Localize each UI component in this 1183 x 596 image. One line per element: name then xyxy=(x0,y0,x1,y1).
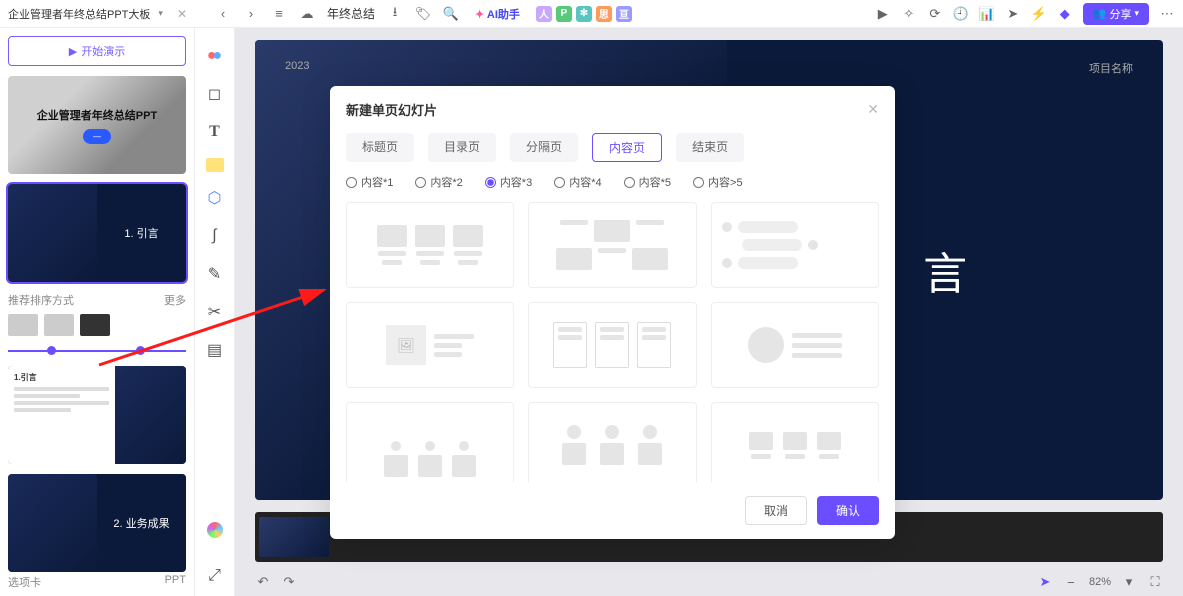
template-option[interactable] xyxy=(528,402,696,482)
template-option[interactable]: 🖼 xyxy=(346,302,514,388)
content-radio[interactable]: 内容*4 xyxy=(554,174,601,190)
content-count-radios: 内容*1 内容*2 内容*3 内容*4 内容*5 内容>5 xyxy=(346,174,879,190)
modal-tabs: 标题页目录页分隔页内容页结束页 xyxy=(346,133,879,162)
modal-tab[interactable]: 分隔页 xyxy=(510,133,578,162)
modal-title: 新建单页幻灯片 xyxy=(346,100,437,119)
content-radio[interactable]: 内容>5 xyxy=(693,174,743,190)
template-option[interactable] xyxy=(528,302,696,388)
modal-tab[interactable]: 标题页 xyxy=(346,133,414,162)
image-icon: 🖼 xyxy=(386,325,426,365)
template-option[interactable] xyxy=(711,402,879,482)
template-option[interactable] xyxy=(346,202,514,288)
modal-tab[interactable]: 目录页 xyxy=(428,133,496,162)
content-radio[interactable]: 内容*3 xyxy=(485,174,532,190)
template-option[interactable] xyxy=(346,402,514,482)
content-radio[interactable]: 内容*1 xyxy=(346,174,393,190)
template-option[interactable] xyxy=(528,202,696,288)
cancel-button[interactable]: 取消 xyxy=(745,496,807,525)
modal-tab[interactable]: 结束页 xyxy=(676,133,744,162)
new-slide-modal: 新建单页幻灯片 ✕ 标题页目录页分隔页内容页结束页 内容*1内容*2内容*3内容… xyxy=(330,86,895,539)
template-option[interactable] xyxy=(711,202,879,288)
template-grid: 🖼 xyxy=(346,202,879,482)
confirm-button[interactable]: 确认 xyxy=(817,496,879,525)
template-option[interactable] xyxy=(711,302,879,388)
modal-close-icon[interactable]: ✕ xyxy=(867,101,879,118)
content-radio[interactable]: 内容*2 xyxy=(415,174,462,190)
content-radio[interactable]: 内容*5 xyxy=(624,174,671,190)
modal-tab[interactable]: 内容页 xyxy=(592,133,662,162)
